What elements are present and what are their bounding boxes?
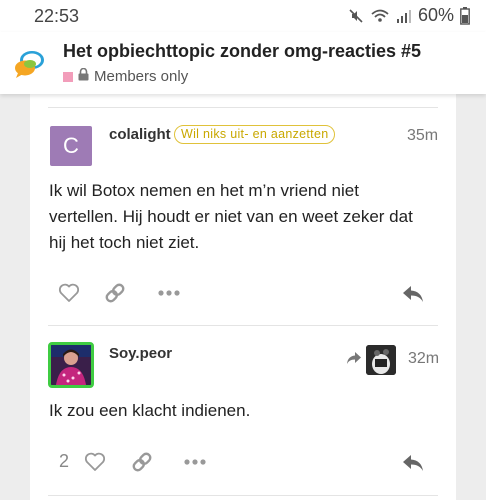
- avatar-letter: C: [63, 133, 79, 158]
- category-color-square: [63, 71, 73, 82]
- category-label: Members only: [94, 68, 189, 85]
- post-body-line: vertellen. Hij houdt er niet van en weet…: [49, 207, 413, 226]
- post-stream: [30, 94, 456, 500]
- post-body-line: Ik zou een klacht indienen.: [49, 401, 251, 420]
- wifi-icon: [370, 8, 390, 24]
- status-bar: 22:53 60%: [0, 0, 486, 32]
- topic-header: Het opbiechttopic zonder omg-reacties #5…: [0, 32, 486, 94]
- reply-icon[interactable]: [401, 284, 425, 304]
- like-heart-icon[interactable]: [84, 452, 106, 472]
- reply-icon[interactable]: [401, 453, 425, 473]
- topic-title[interactable]: Het opbiechttopic zonder omg-reacties #5: [63, 41, 421, 62]
- like-heart-icon[interactable]: [58, 283, 80, 303]
- signal-icon: [396, 8, 412, 24]
- post-divider: [48, 325, 438, 326]
- post-username[interactable]: Soy.peor: [109, 345, 172, 362]
- avatar[interactable]: [48, 342, 94, 388]
- forum-logo-icon[interactable]: [12, 46, 46, 80]
- post-username[interactable]: colalight: [109, 126, 171, 143]
- battery-percent: 60%: [417, 5, 454, 25]
- copy-link-icon[interactable]: [131, 451, 153, 473]
- page-background-right: [456, 94, 486, 500]
- post-body-line: hij het toch niet ziet.: [49, 233, 200, 252]
- post-divider: [48, 495, 438, 496]
- like-count[interactable]: 2: [59, 451, 69, 472]
- reply-to-indicator[interactable]: [346, 345, 396, 375]
- reply-arrow-icon: [346, 351, 362, 370]
- reply-to-avatar: [366, 345, 396, 375]
- battery-icon: [460, 6, 470, 25]
- post-body: Ik wil Botox nemen en het m’n vriend nie…: [49, 178, 429, 256]
- avatar[interactable]: C: [50, 126, 92, 166]
- mute-icon: [348, 8, 364, 24]
- topic-category[interactable]: Members only: [63, 67, 189, 85]
- page-background-left: [0, 94, 30, 500]
- post-time[interactable]: 32m: [408, 350, 439, 368]
- post-divider: [48, 107, 438, 108]
- lock-icon: [78, 67, 89, 85]
- more-options-icon[interactable]: [184, 458, 206, 466]
- post-time[interactable]: 35m: [407, 127, 438, 145]
- post-body-line: Ik wil Botox nemen en het m’n vriend nie…: [49, 181, 359, 200]
- user-title-badge: Wil niks uit- en aanzetten: [174, 125, 336, 144]
- copy-link-icon[interactable]: [104, 282, 126, 304]
- status-time: 22:53: [34, 6, 80, 26]
- more-options-icon[interactable]: [158, 289, 180, 297]
- post-body: Ik zou een klacht indienen.: [49, 398, 429, 424]
